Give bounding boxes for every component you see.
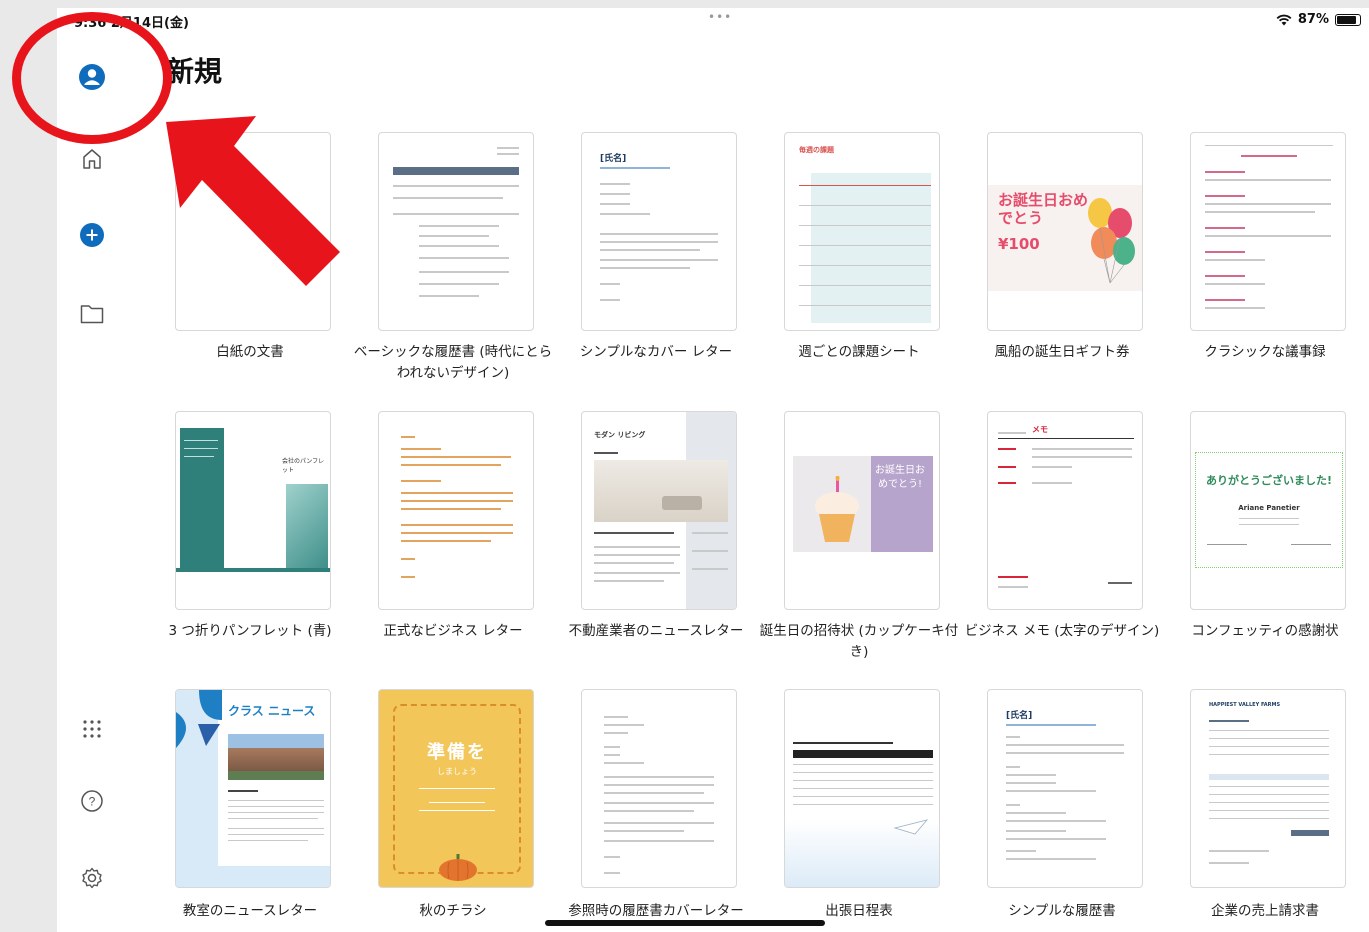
- template-thumbnail: HAPPIEST VALLEY FARMS: [1190, 689, 1346, 888]
- template-thumbnail: モダン リビング: [581, 411, 737, 610]
- balloons-image: [1088, 198, 1135, 284]
- sidebar: ?: [57, 34, 127, 932]
- template-thumbnail: [1190, 132, 1346, 331]
- template-label: シンプルな履歴書: [1008, 903, 1116, 919]
- template-label: ビジネス メモ (太字のデザイン): [964, 623, 1160, 639]
- template-label: 週ごとの課題シート: [798, 344, 920, 360]
- cupcake-image: [815, 476, 859, 542]
- template-thumbnail: お誕生日おめでとう ¥100: [987, 132, 1143, 331]
- template-label: ベーシックな履歴書 (時代にとらわれないデザイン): [353, 344, 553, 381]
- template-label: 不動産業者のニュースレター: [568, 623, 744, 639]
- help-button[interactable]: ?: [75, 784, 109, 818]
- template-label: シンプルなカバー レター: [579, 344, 733, 360]
- annotation-circle: [12, 12, 172, 144]
- thumb-heading: [氏名]: [600, 154, 627, 164]
- template-label: 3 つ折りパンフレット (青): [168, 623, 332, 639]
- template-label: 出張日程表: [825, 903, 893, 919]
- template-label: 正式なビジネス レター: [383, 623, 523, 639]
- template-label: 教室のニュースレター: [182, 903, 318, 919]
- folder-icon: [80, 305, 104, 324]
- apps-grid-icon: [83, 720, 101, 738]
- page-title: 新規: [166, 55, 223, 88]
- thumb-heading: お誕生日おめでとう!: [875, 465, 925, 490]
- help-icon: ?: [81, 790, 103, 812]
- template-thumbnail: [581, 689, 737, 888]
- wifi-icon: [1276, 14, 1292, 25]
- template-thumbnail: [氏名]: [987, 689, 1143, 888]
- template-thumbnail: クラス ニュース: [175, 689, 331, 888]
- template-label: 風船の誕生日ギフト券: [994, 344, 1130, 360]
- new-button[interactable]: [75, 218, 109, 252]
- template-thumbnail: 毎週の課題: [784, 132, 940, 331]
- thumb-heading: 準備を: [427, 742, 487, 763]
- thumb-heading: 会社のパンフレット: [282, 458, 325, 474]
- template-thumbnail: ありがとうございました! Ariane Panetier: [1190, 411, 1346, 610]
- template-thumbnail: 準備を しましょう: [378, 689, 534, 888]
- thumb-heading: クラス ニュース: [228, 704, 316, 718]
- settings-button[interactable]: [75, 861, 109, 895]
- template-thumbnail: 会社のパンフレット: [175, 411, 331, 610]
- battery-percent: 87%: [1297, 12, 1329, 27]
- template-thumbnail: お誕生日おめでとう!: [784, 411, 940, 610]
- thumb-heading: お誕生日おめでとう: [998, 191, 1089, 227]
- battery-icon: [1335, 13, 1361, 26]
- status-right: 87%: [1276, 12, 1361, 27]
- thumb-heading: モダン リビング: [594, 431, 646, 439]
- template-label: 誕生日の招待状 (カップケーキ付き): [759, 623, 959, 660]
- template-label: コンフェッティの感謝状: [1191, 623, 1339, 639]
- template-label: 参照時の履歴書カバーレター: [568, 903, 744, 919]
- thumb-heading: 毎週の課題: [799, 146, 834, 154]
- template-label: クラシックな議事録: [1204, 344, 1326, 360]
- thumb-name: Ariane Panetier: [1238, 504, 1300, 512]
- pumpkin-image: [439, 854, 477, 881]
- home-button[interactable]: [75, 142, 109, 176]
- template-label: 秋のチラシ: [419, 903, 487, 919]
- multitask-dots[interactable]: •••: [708, 10, 732, 24]
- svg-text:?: ?: [89, 795, 96, 809]
- home-indicator[interactable]: [545, 920, 825, 926]
- settings-icon: [82, 867, 102, 889]
- template-thumbnail: [378, 411, 534, 610]
- template-label: 白紙の文書: [216, 344, 284, 360]
- home-icon: [83, 149, 101, 169]
- thumb-heading: [氏名]: [1006, 711, 1033, 721]
- top-frame: [0, 0, 1369, 8]
- thumb-heading: ありがとうございました!: [1205, 474, 1333, 487]
- template-thumbnail: [784, 689, 940, 888]
- folder-button[interactable]: [75, 297, 109, 331]
- template-thumbnail: [378, 132, 534, 331]
- paper-plane-icon: [893, 819, 929, 835]
- status-bar: 9:36 2月14日(金) ••• 87%: [0, 8, 1369, 34]
- apps-button[interactable]: [75, 712, 109, 746]
- template-label: 企業の売上請求書: [1211, 903, 1319, 919]
- shapes-image: [176, 690, 222, 748]
- thumb-price: ¥100: [998, 235, 1040, 253]
- thumb-heading: メモ: [1032, 425, 1048, 434]
- new-icon: [80, 223, 104, 247]
- template-thumbnail: メモ: [987, 411, 1143, 610]
- thumb-sub: しましょう: [437, 767, 477, 776]
- thumb-heading: HAPPIEST VALLEY FARMS: [1209, 702, 1281, 708]
- template-thumbnail: [氏名]: [581, 132, 737, 331]
- left-frame: [0, 0, 57, 932]
- battery-fill: [1337, 15, 1357, 24]
- annotation-arrow-icon: [166, 116, 340, 286]
